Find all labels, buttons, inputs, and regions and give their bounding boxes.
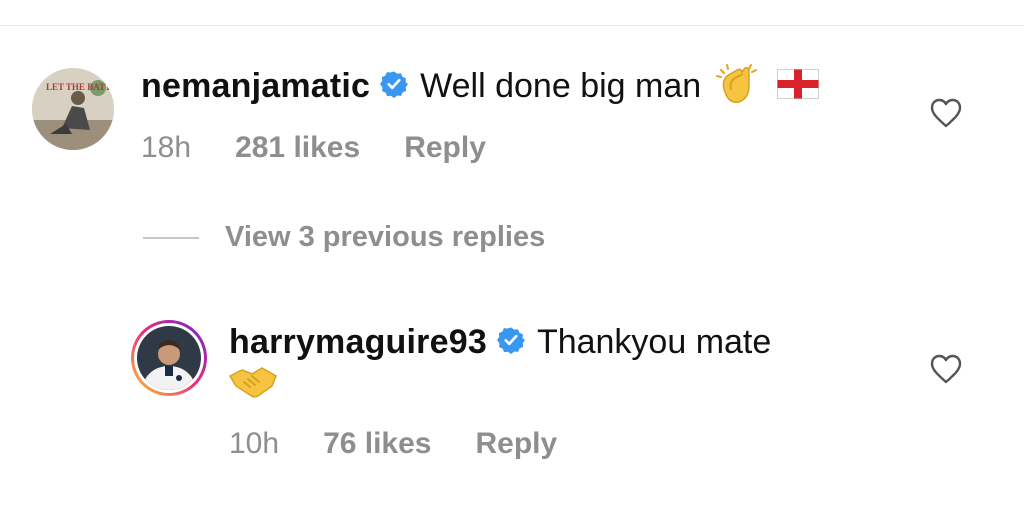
handshake-emoji (228, 364, 278, 405)
clapping-hands-emoji (715, 62, 759, 111)
heart-icon[interactable] (930, 354, 962, 389)
likes-count[interactable]: 281 likes (235, 131, 360, 165)
avatar-text: LET THE BATTLE BEGIN (46, 82, 114, 92)
verified-badge-icon (496, 326, 525, 359)
username[interactable]: nemanjamatic (141, 67, 370, 106)
view-replies-label[interactable]: View 3 previous replies (225, 221, 545, 254)
comment-text: Thankyou mate (536, 322, 772, 361)
avatar-image: LET THE BATTLE BEGIN (32, 68, 114, 150)
view-previous-replies[interactable]: View 3 previous replies (143, 221, 545, 254)
comment-timestamp: 18h (141, 131, 192, 164)
reply-button[interactable]: Reply (476, 427, 558, 461)
avatar-nemanjamatic[interactable]: LET THE BATTLE BEGIN (32, 68, 114, 150)
comment-text: Well done big man (420, 66, 702, 105)
verified-badge-icon (380, 70, 409, 103)
comment-nemanjamatic: LET THE BATTLE BEGIN nemanjamatic Well d… (0, 0, 1024, 200)
likes-count[interactable]: 76 likes (323, 427, 431, 461)
username[interactable]: harrymaguire93 (229, 323, 487, 362)
replies-divider-line (143, 236, 199, 239)
england-flag-emoji (777, 68, 820, 104)
comment-timestamp: 10h (229, 427, 280, 460)
avatar-image (137, 326, 201, 390)
avatar-harrymaguire93[interactable] (131, 320, 207, 396)
comment-harrymaguire93: harrymaguire93 Thankyou mate 10h 76 like… (0, 290, 1024, 490)
heart-icon[interactable] (930, 98, 962, 133)
reply-button[interactable]: Reply (404, 131, 486, 165)
